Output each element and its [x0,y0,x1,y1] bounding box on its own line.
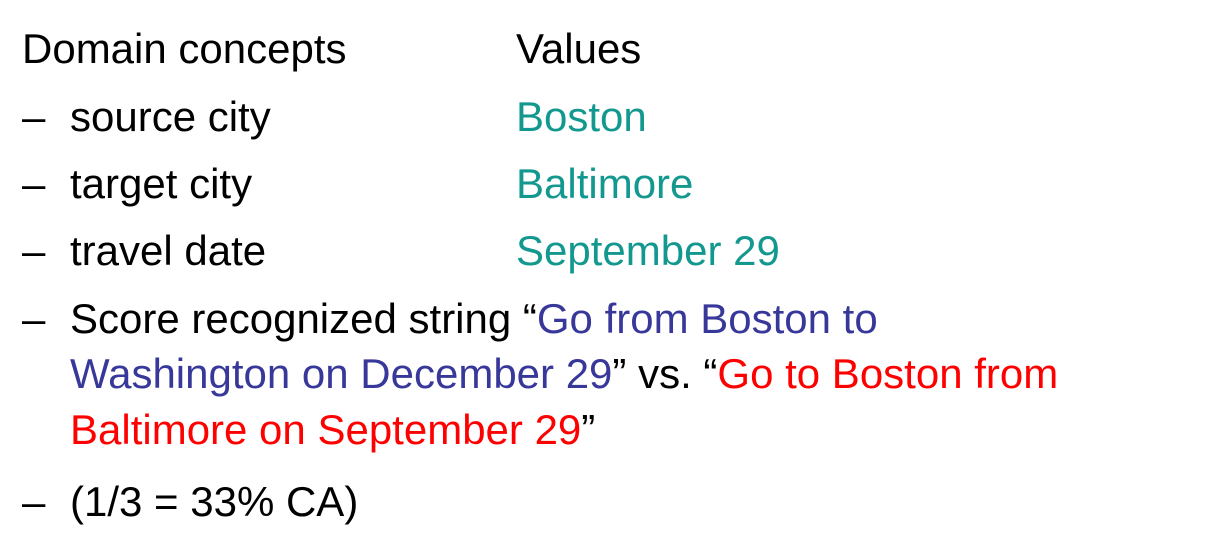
bullet-dash: – [22,478,46,525]
score-line-3: Baltimore on September 29” [70,409,595,451]
bullet-dash: – [22,93,46,140]
bullet-dash: – [22,227,46,274]
reference-string-part2: Baltimore on September 29 [70,406,582,453]
score-line-2: Washington on December 29” vs. “Go to Bo… [70,353,1058,395]
reference-string-part1: Go to Boston from [717,350,1059,397]
bullet-dash: – [22,295,46,342]
score-suffix: ” [581,406,596,453]
concept-source-city: source city [70,93,271,140]
recognized-string-part2: Washington on December 29 [70,350,613,397]
concept-travel-date: travel date [70,227,267,274]
values-header: Values [516,25,642,72]
score-line-1: Score recognized string “Go from Boston … [70,298,878,340]
bullet-dash: – [22,160,46,207]
domain-concepts-header: Domain concepts [22,25,347,72]
slide: Domain concepts Values – source city Bos… [0,0,1212,540]
score-middle: ” vs. “ [612,350,718,397]
concept-accuracy-result: (1/3 = 33% CA) [70,478,359,525]
value-target-city: Baltimore [516,160,694,207]
score-prefix: Score recognized string “ [70,295,537,342]
recognized-string-part1: Go from Boston to [536,295,878,342]
value-travel-date: September 29 [516,227,780,274]
concept-target-city: target city [70,160,253,207]
value-source-city: Boston [516,93,647,140]
